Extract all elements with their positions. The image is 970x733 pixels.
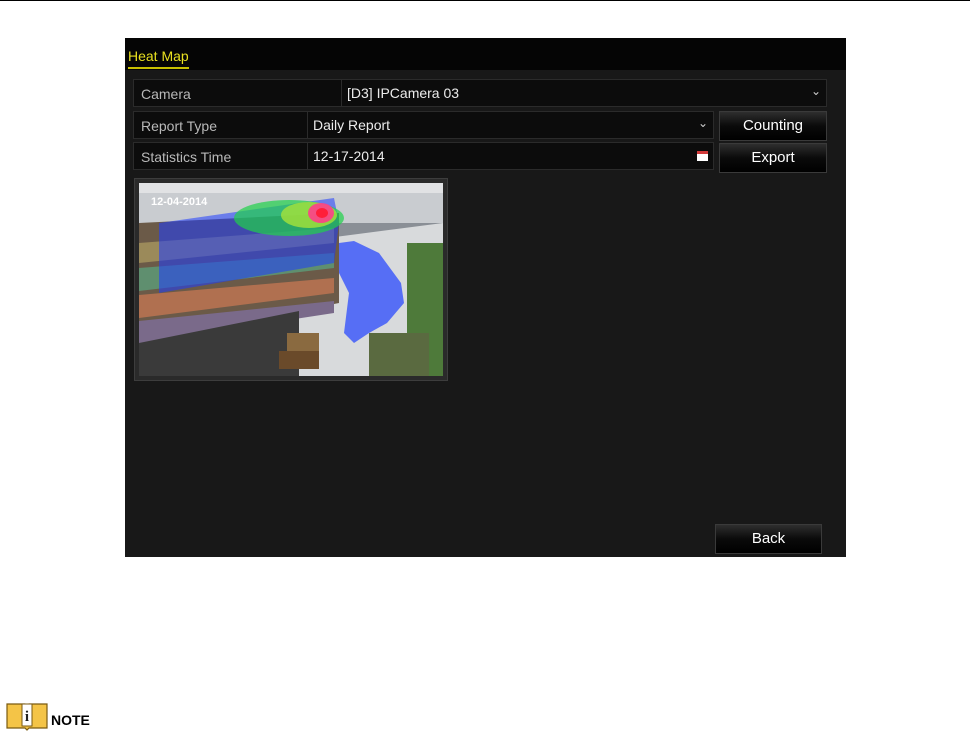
thumbnail-timestamp: 12-04-2014 [151, 196, 208, 208]
camera-value: [D3] IPCamera 03 [347, 85, 460, 101]
statistics-time-value: 12-17-2014 [313, 148, 385, 164]
camera-select[interactable]: [D3] IPCamera 03 ⌄ [341, 80, 826, 106]
camera-row: Camera [D3] IPCamera 03 ⌄ [133, 79, 827, 107]
statistics-time-label: Statistics Time [141, 149, 232, 165]
calendar-icon[interactable] [697, 151, 708, 161]
report-type-value: Daily Report [313, 117, 391, 133]
back-button[interactable]: Back [715, 524, 822, 554]
heat-map-thumbnail: 12-04-2014 [134, 178, 448, 381]
counting-button[interactable]: Counting [719, 111, 827, 141]
report-type-row: Report Type Daily Report ⌄ [133, 111, 714, 139]
report-type-select[interactable]: Daily Report ⌄ [307, 112, 713, 138]
chevron-down-icon: ⌄ [810, 84, 821, 98]
chevron-down-icon: ⌄ [697, 116, 708, 130]
heat-map-image: 12-04-2014 [139, 183, 443, 376]
report-type-label: Report Type [141, 118, 218, 134]
info-book-icon: i [6, 703, 48, 731]
statistics-time-row: Statistics Time 12-17-2014 [133, 142, 714, 170]
export-button[interactable]: Export [719, 143, 827, 173]
title-bar: Heat Map [125, 38, 846, 70]
camera-label: Camera [141, 86, 191, 102]
heat-map-window: Heat Map Camera [D3] IPCamera 03 ⌄ Repor… [125, 38, 846, 557]
page-top-rule [0, 0, 970, 1]
note-label: NOTE [51, 712, 90, 728]
statistics-time-field[interactable]: 12-17-2014 [307, 143, 713, 169]
svg-text:i: i [25, 709, 29, 725]
tab-heat-map[interactable]: Heat Map [128, 48, 189, 69]
